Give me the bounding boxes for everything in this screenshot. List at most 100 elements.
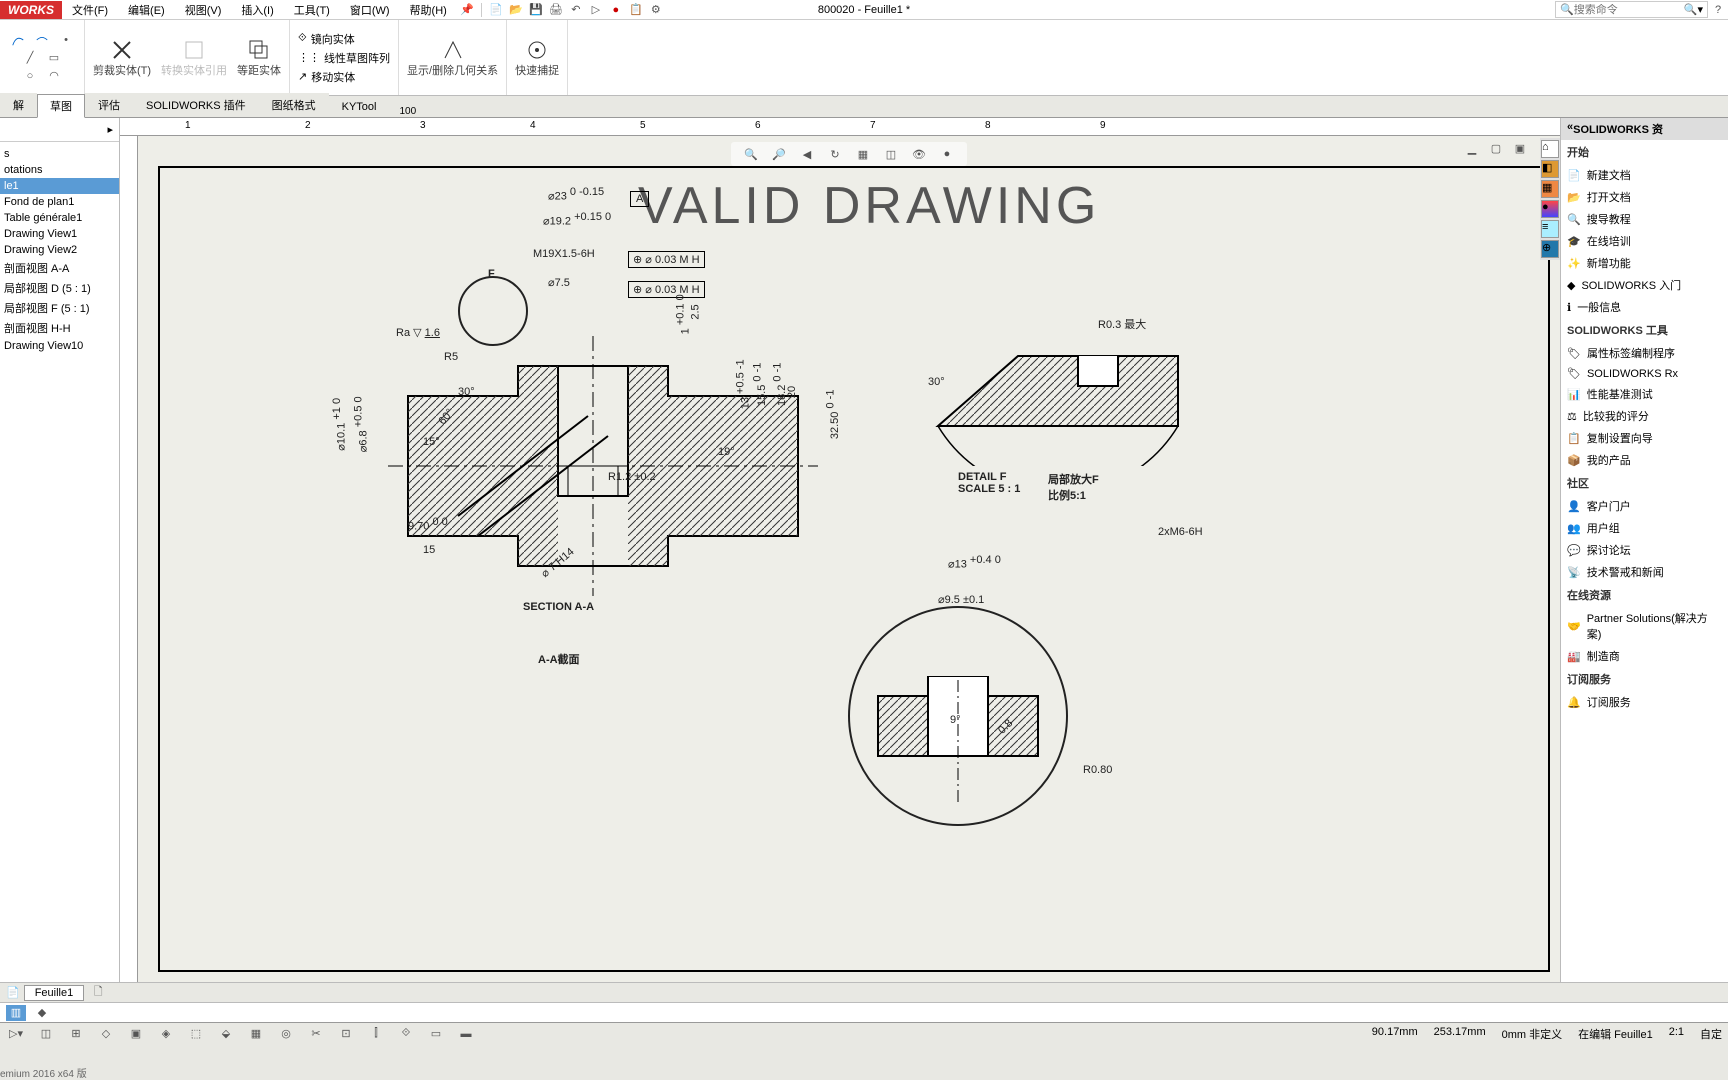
tree-item[interactable]: Fond de plan1 <box>0 194 119 210</box>
tree-item[interactable]: Drawing View2 <box>0 242 119 258</box>
sb-11[interactable]: ⊡ <box>336 1026 356 1042</box>
hide-show-icon[interactable]: 👁 <box>909 146 929 162</box>
appearance-icon[interactable]: ● <box>937 146 957 162</box>
rp-item[interactable]: 👥用户组 <box>1561 517 1728 539</box>
rect-icon[interactable]: ▭ <box>44 50 64 66</box>
quicksnap-button[interactable]: 快速捕捉 <box>515 38 559 78</box>
search-input[interactable] <box>1574 4 1684 16</box>
undo-icon[interactable]: ↶ <box>566 2 586 18</box>
sb-5[interactable]: ◈ <box>156 1026 176 1042</box>
side-props-icon[interactable]: ▦ <box>1541 180 1559 198</box>
model-tab-icon[interactable]: ▥ <box>6 1005 26 1021</box>
win-min-icon[interactable]: ▁ <box>1462 140 1482 156</box>
help-icon[interactable]: ? <box>1708 2 1728 18</box>
drawing-canvas[interactable]: 123456789 🔍 🔎 ◀ ↻ ▦ ◫ 👁 ● ▁ ▢ ▣ ✕ VALID … <box>120 118 1560 982</box>
move-button[interactable]: ↗移动实体 <box>298 69 390 85</box>
sb-6[interactable]: ⬚ <box>186 1026 206 1042</box>
trim-button[interactable]: 剪裁实体(T) <box>93 38 151 78</box>
menu-view[interactable]: 视图(V) <box>175 2 232 18</box>
tree-item[interactable]: 剖面视图 A-A <box>0 258 119 278</box>
menu-file[interactable]: 文件(F) <box>62 2 118 18</box>
options-icon[interactable]: 📋 <box>626 2 646 18</box>
tree-item[interactable]: le1 <box>0 178 119 194</box>
tree-item[interactable]: otations <box>0 162 119 178</box>
rp-item[interactable]: 🔍搜导教程 <box>1561 208 1728 230</box>
sheet-tab-1[interactable]: Feuille1 <box>24 985 85 1001</box>
side-home-icon[interactable]: ⌂ <box>1541 140 1559 158</box>
display-style-icon[interactable]: ◫ <box>881 146 901 162</box>
showhide-relations-button[interactable]: 显示/删除几何关系 <box>407 38 498 78</box>
sb-4[interactable]: ▣ <box>126 1026 146 1042</box>
settings-icon[interactable]: ⚙ <box>646 2 666 18</box>
side-appearance-icon[interactable]: ● <box>1541 200 1559 218</box>
point-icon[interactable]: • <box>56 32 76 48</box>
tree-item[interactable]: Table générale1 <box>0 210 119 226</box>
rp-item[interactable]: 📊性能基准测试 <box>1561 383 1728 405</box>
sb-15[interactable]: ▬ <box>456 1026 476 1042</box>
rp-item[interactable]: 📦我的产品 <box>1561 449 1728 471</box>
rp-item[interactable]: 📄新建文档 <box>1561 164 1728 186</box>
new-icon[interactable]: 📄 <box>486 2 506 18</box>
menu-tools[interactable]: 工具(T) <box>284 2 340 18</box>
rp-item[interactable]: 🏭制造商 <box>1561 645 1728 667</box>
side-forum-icon[interactable]: ⊕ <box>1541 240 1559 258</box>
offset-button[interactable]: 等距实体 <box>237 38 281 78</box>
3dviews-tab-icon[interactable]: ◆ <box>32 1005 52 1021</box>
tree-item[interactable]: 局部视图 D (5 : 1) <box>0 278 119 298</box>
open-icon[interactable]: 📂 <box>506 2 526 18</box>
zoom-window-icon[interactable]: 🔎 <box>769 146 789 162</box>
menu-window[interactable]: 窗口(W) <box>340 2 400 18</box>
tree-item[interactable]: 剖面视图 H-H <box>0 318 119 338</box>
arc-icon[interactable]: ◠ <box>44 68 64 84</box>
prev-view-icon[interactable]: ◀ <box>797 146 817 162</box>
rp-item[interactable]: 🏷SOLIDWORKS Rx <box>1561 364 1728 383</box>
side-custom-icon[interactable]: ≡ <box>1541 220 1559 238</box>
print-icon[interactable]: 🖨 <box>546 2 566 18</box>
zoom-fit-icon[interactable]: 🔍 <box>741 146 761 162</box>
drawing-area[interactable]: 🔍 🔎 ◀ ↻ ▦ ◫ 👁 ● ▁ ▢ ▣ ✕ VALID DRAWING <box>138 136 1560 982</box>
rp-item[interactable]: ✨新增功能 <box>1561 252 1728 274</box>
save-icon[interactable]: 💾 <box>526 2 546 18</box>
tab-sheet-format[interactable]: 图纸格式 <box>259 93 329 117</box>
rp-item[interactable]: 📂打开文档 <box>1561 186 1728 208</box>
rotate-icon[interactable]: ↻ <box>825 146 845 162</box>
sb-12[interactable]: ⫿ <box>366 1026 386 1042</box>
rp-item[interactable]: 🎓在线培训 <box>1561 230 1728 252</box>
tree-item[interactable]: 局部视图 F (5 : 1) <box>0 298 119 318</box>
tree-item[interactable]: Drawing View1 <box>0 226 119 242</box>
pin-icon[interactable]: 📌 <box>457 2 477 18</box>
sb-2[interactable]: ⊞ <box>66 1026 86 1042</box>
panel-toggle-icon[interactable]: ▸ <box>107 123 113 136</box>
tree-item[interactable]: s <box>0 146 119 162</box>
sb-9[interactable]: ◎ <box>276 1026 296 1042</box>
sb-8[interactable]: ▦ <box>246 1026 266 1042</box>
rp-item[interactable]: 📋复制设置向导 <box>1561 427 1728 449</box>
rp-item[interactable]: 👤客户门户 <box>1561 495 1728 517</box>
sb-1[interactable]: ◫ <box>36 1026 56 1042</box>
rp-item[interactable]: 🤝Partner Solutions(解决方案) <box>1561 607 1728 645</box>
tab-evaluate[interactable]: 评估 <box>85 93 133 117</box>
rp-item[interactable]: ◆SOLIDWORKS 入门 <box>1561 274 1728 296</box>
menu-insert[interactable]: 插入(I) <box>231 2 283 18</box>
menu-edit[interactable]: 编辑(E) <box>118 2 175 18</box>
rp-item[interactable]: 🏷属性标签编制程序 <box>1561 342 1728 364</box>
cursor-mode-icon[interactable]: ▷▾ <box>6 1026 26 1042</box>
tree-item[interactable]: Drawing View10 <box>0 338 119 354</box>
tab-kytool[interactable]: KYTool <box>329 97 390 117</box>
tab-0[interactable]: 解 <box>0 93 37 117</box>
side-design-icon[interactable]: ◧ <box>1541 160 1559 178</box>
spline-icon[interactable] <box>8 32 28 48</box>
sb-3[interactable]: ◇ <box>96 1026 116 1042</box>
section-view-icon[interactable]: ▦ <box>853 146 873 162</box>
tab-sketch[interactable]: 草图 <box>37 94 85 118</box>
line-icon[interactable]: ╱ <box>20 50 40 66</box>
sb-14[interactable]: ▭ <box>426 1026 446 1042</box>
rp-item[interactable]: ⚖比较我的评分 <box>1561 405 1728 427</box>
rp-item[interactable]: ℹ一般信息 <box>1561 296 1728 318</box>
tab-addins[interactable]: SOLIDWORKS 插件 <box>133 93 259 117</box>
win-max-icon[interactable]: ▣ <box>1510 140 1530 156</box>
rebuild-icon[interactable]: ● <box>606 2 626 18</box>
add-sheet-icon[interactable]: 🗋 <box>88 985 108 1001</box>
circle-icon[interactable]: ○ <box>20 68 40 84</box>
sb-13[interactable]: ⟐ <box>396 1026 416 1042</box>
